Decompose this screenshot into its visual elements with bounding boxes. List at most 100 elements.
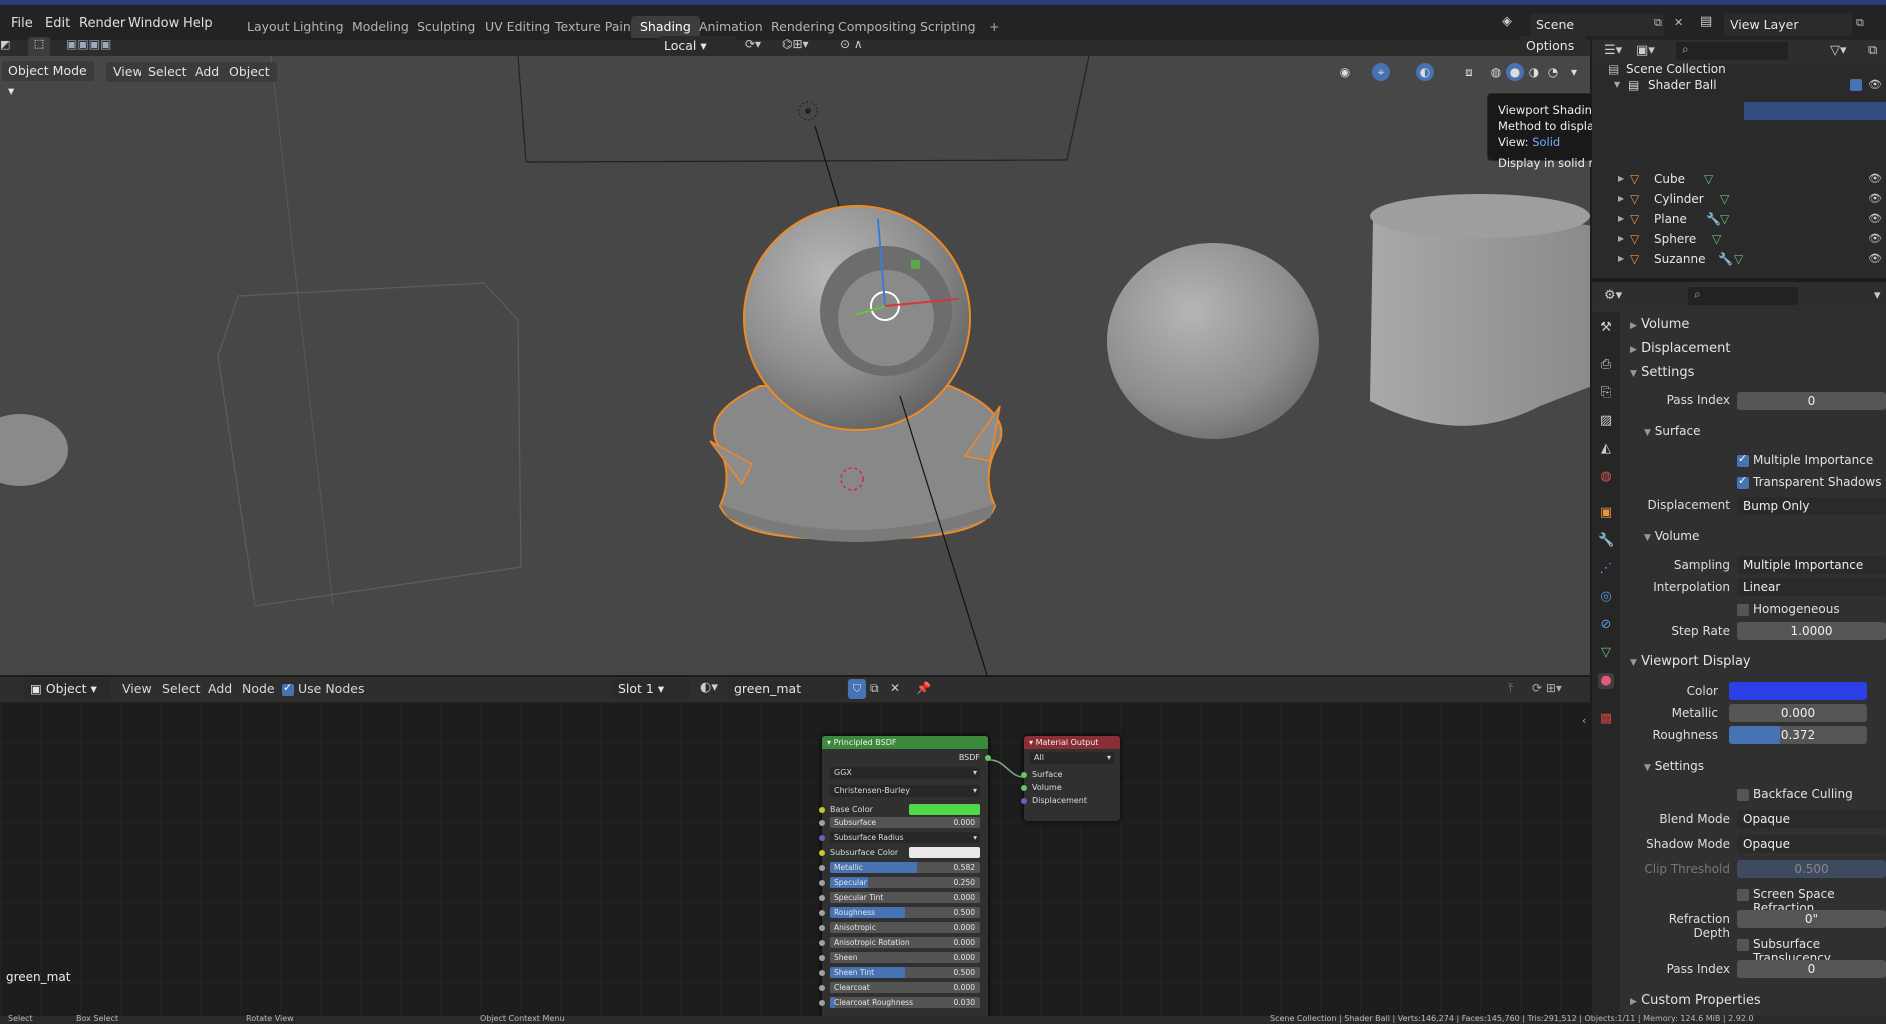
new-scene-icon[interactable]: ⧉ <box>1654 16 1662 30</box>
specular-tint-socket[interactable] <box>819 895 825 901</box>
base-color-swatch[interactable] <box>909 804 980 815</box>
interpolation-dropdown[interactable]: Linear <box>1737 578 1886 596</box>
node-add-menu[interactable]: Add <box>208 681 232 696</box>
expand-icon[interactable]: ▶ <box>1618 169 1624 189</box>
homogeneous-checkbox[interactable] <box>1737 604 1749 616</box>
physics-tab-icon[interactable]: ◎ <box>1598 589 1614 605</box>
workspace-tab-modeling[interactable]: Modeling <box>343 16 418 38</box>
object-tab-icon[interactable]: ▣ <box>1598 505 1614 521</box>
suzanne-object[interactable] <box>0 414 68 486</box>
scene-tab-icon[interactable]: ◭ <box>1598 441 1614 457</box>
sphere-object[interactable] <box>1107 243 1319 439</box>
solid-shading-icon[interactable]: ● <box>1506 63 1524 81</box>
workspace-tab-scripting[interactable]: Scripting <box>911 16 985 38</box>
outliner-search[interactable]: ⌕ <box>1676 42 1788 60</box>
specular-slider[interactable]: Specular 0.250 <box>830 877 980 888</box>
fake-user-icon[interactable]: ⛉ <box>848 679 866 699</box>
material-name-field[interactable]: green_mat <box>728 679 846 699</box>
use-nodes-checkbox[interactable] <box>282 681 294 696</box>
metallic-slider[interactable]: Metallic 0.582 <box>830 862 980 873</box>
sheen-socket[interactable] <box>819 955 825 961</box>
outliner-object-cylinder[interactable]: ▶ ▽ Cylinder ▽ 👁 <box>1592 189 1886 209</box>
eye-icon[interactable]: 👁 <box>1868 169 1882 189</box>
new-collection-icon[interactable]: ⧉ <box>1868 43 1877 58</box>
render-tab-icon[interactable]: ⎙ <box>1598 357 1614 373</box>
cylinder-object[interactable] <box>1370 194 1592 426</box>
viewport-display-section[interactable]: ▼ Viewport Display <box>1630 654 1751 669</box>
data-tab-icon[interactable]: ▽ <box>1598 645 1614 661</box>
sampling-dropdown[interactable]: Multiple Importance <box>1737 556 1886 574</box>
view-layer-icon[interactable]: ▤ <box>1700 14 1712 29</box>
clearcoat-slider[interactable]: Clearcoat 0.000 <box>830 982 980 993</box>
shader-ball-object[interactable] <box>709 205 1003 542</box>
surface-subsection[interactable]: ▼ Surface <box>1644 424 1700 438</box>
outliner-object-suzanne[interactable]: ▶ ▽ Suzanne 🔧 ▽ 👁 <box>1592 249 1886 269</box>
select-tool-icon[interactable]: ⬚ <box>28 37 50 57</box>
expand-icon[interactable]: ▶ <box>1618 249 1624 269</box>
anisotropic-rotation-slider[interactable]: Anisotropic Rotation 0.000 <box>830 937 980 948</box>
node-view-menu[interactable]: View <box>122 681 152 696</box>
options-dropdown[interactable]: Options ▾ <box>1520 36 1586 73</box>
pivot-icon[interactable]: ⟳▾ <box>745 37 761 51</box>
eye-icon[interactable]: 👁 <box>1868 75 1882 95</box>
roughness-socket[interactable] <box>819 910 825 916</box>
tool-tab-icon[interactable]: ⚒ <box>1598 320 1614 336</box>
surface-socket[interactable] <box>1021 772 1027 778</box>
volume-socket[interactable] <box>1021 785 1027 791</box>
new-view-layer-icon[interactable]: ⧉ <box>1856 16 1864 30</box>
workspace-tab-animation[interactable]: Animation <box>690 16 772 38</box>
bsdf-header[interactable]: ▾ Principled BSDF <box>822 736 988 749</box>
plane-object[interactable] <box>217 282 522 607</box>
material-browse-icon[interactable]: ◐▾ <box>700 680 718 695</box>
outliner-shader-ball-collection[interactable]: ▼ ▤ Shader Ball 👁 <box>1592 75 1886 95</box>
metallic-field[interactable]: 0.000 <box>1729 704 1867 722</box>
specular-tint-slider[interactable]: Specular Tint 0.000 <box>830 892 980 903</box>
shading-options-icon[interactable]: ▾ <box>1565 63 1583 81</box>
filter-icon[interactable]: ▽▾ <box>1830 43 1847 58</box>
exclude-checkbox[interactable] <box>1850 79 1862 91</box>
view-layer-tab-icon[interactable]: ▨ <box>1598 413 1614 429</box>
visibility-icon[interactable]: ◉ <box>1336 63 1354 81</box>
outliner-object-plane[interactable]: ▶ ▽ Plane 🔧 ▽ 👁 <box>1592 209 1886 229</box>
viewport-object-menu[interactable]: Object <box>222 62 277 82</box>
workspace-tab-texture-paint[interactable]: Texture Paint <box>546 16 645 38</box>
outliner-object-cube[interactable]: ▶ ▽ Cube ▽ 👁 <box>1592 169 1886 189</box>
proportional-edit-icon[interactable]: ⊙ ∧ <box>840 37 863 51</box>
expand-icon[interactable]: ▶ <box>1618 209 1624 229</box>
properties-search[interactable]: ⌕ <box>1688 287 1798 305</box>
texture-tab-icon[interactable]: ▩ <box>1598 711 1614 727</box>
outliner-selected-row[interactable] <box>1744 102 1886 120</box>
specular-socket[interactable] <box>819 880 825 886</box>
editor-type-icon[interactable]: ◩ <box>0 38 10 51</box>
selection-mode-icon[interactable]: ▣▣▣▣ <box>66 37 111 51</box>
constraints-tab-icon[interactable]: ⊘ <box>1598 617 1614 633</box>
clearcoat-socket[interactable] <box>819 985 825 991</box>
material-output-node[interactable]: ▾ Material Output All ▾ Surface Volume Di… <box>1021 736 1120 821</box>
subsurface-radius-socket[interactable] <box>819 835 825 841</box>
anisotropic-rotation-socket[interactable] <box>819 940 825 946</box>
viewport-color-swatch[interactable] <box>1729 682 1867 700</box>
volume-subsection[interactable]: ▼ Volume <box>1644 529 1699 543</box>
rendered-shading-icon[interactable]: ◔ <box>1544 63 1562 81</box>
output-target-dropdown[interactable]: All ▾ <box>1030 752 1114 764</box>
backface-culling-checkbox[interactable] <box>1737 789 1749 801</box>
displacement-section[interactable]: ▶ Displacement <box>1630 341 1730 356</box>
mode-dropdown[interactable]: Object Mode ▾ <box>2 61 94 98</box>
subsurface-radius-dropdown[interactable]: Subsurface Radius ▾ <box>830 832 980 843</box>
distribution-dropdown[interactable]: GGX ▾ <box>830 767 980 779</box>
viewport-select-menu[interactable]: Select <box>141 62 194 82</box>
subsurface-socket[interactable] <box>819 820 825 826</box>
parent-node-icon[interactable]: ⤒ <box>1508 681 1513 696</box>
sheen-tint-socket[interactable] <box>819 970 825 976</box>
world-tab-icon[interactable]: ◍ <box>1598 469 1614 485</box>
outliner-object-sphere[interactable]: ▶ ▽ Sphere ▽ 👁 <box>1592 229 1886 249</box>
scene-icon[interactable]: ◈ <box>1502 14 1512 29</box>
subsurface-color-socket[interactable] <box>819 850 825 856</box>
scene-selector[interactable]: Scene <box>1530 14 1664 36</box>
wireframe-shading-icon[interactable]: ◍ <box>1487 63 1505 81</box>
eye-icon[interactable]: 👁 <box>1868 229 1882 249</box>
view-layer-selector[interactable]: View Layer <box>1724 14 1852 36</box>
subsurface-translucency-checkbox[interactable] <box>1737 939 1749 951</box>
properties-editor-icon[interactable]: ⚙▾ <box>1604 288 1622 303</box>
subsurface-slider[interactable]: Subsurface 0.000 <box>830 817 980 828</box>
